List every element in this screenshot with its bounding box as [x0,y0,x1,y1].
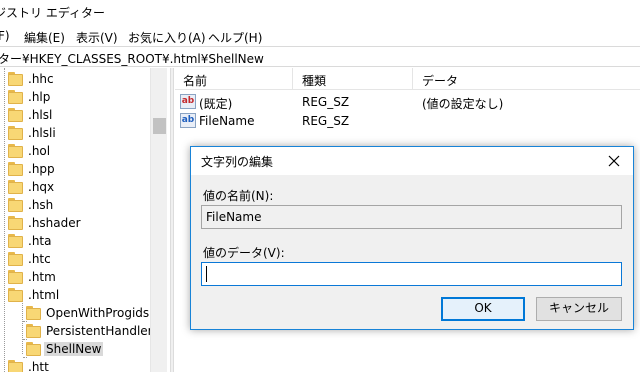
value-data: (値の設定なし) [422,97,504,111]
tree-guide-line [4,68,5,372]
value-name-label: 値の名前(N): [203,189,274,203]
menu-help[interactable]: ヘルプ(H) [208,29,262,46]
tree-connector [23,321,27,322]
menu-bar: F) 編集(E) 表示(V) お気に入り(A) ヘルプ(H) [0,26,640,46]
tree-item-label: .hsh [28,198,54,212]
value-type: REG_SZ [302,95,350,109]
tree-item-label: PersistentHandler [46,324,153,338]
key-tree: .hhc .hlp .hlsl .hlsli .hol .hpp .hqx .h… [0,68,168,372]
tree-item-label: .hol [28,144,51,158]
value-name: (既定) [199,97,233,111]
tree-connector [23,339,27,340]
folder-icon [8,252,23,266]
scrollbar-thumb[interactable] [153,118,166,134]
folder-icon [8,234,23,248]
window-title: ジストリ エディター [0,6,105,20]
address-path[interactable]: ター¥HKEY_CLASSES_ROOT¥.html¥ShellNew [0,50,264,67]
folder-icon [8,108,23,122]
title-bar: ジストリ エディター [0,0,640,24]
tree-item-label: .hlp [28,90,51,104]
folder-open-icon [8,288,23,302]
folder-icon [8,180,23,194]
tree-item-label: .hta [28,234,52,248]
tree-item-label: .hhc [28,72,54,86]
tree-item-label: .htm [28,270,56,284]
folder-icon [8,144,23,158]
ok-button[interactable]: OK [441,297,525,321]
list-row[interactable]: ab FileName REG_SZ [175,112,640,131]
tree-item-label: .htc [28,252,51,266]
tree-item-label: .hshader [28,216,81,230]
string-value-icon: ab [180,94,196,109]
folder-icon [8,360,23,372]
list-header: 名前 種類 データ [175,68,640,90]
column-header-name[interactable]: 名前 [183,72,207,89]
close-button[interactable] [601,148,627,174]
folder-icon [8,216,23,230]
address-bar[interactable]: ター¥HKEY_CLASSES_ROOT¥.html¥ShellNew [0,46,640,67]
edit-string-dialog: 文字列の編集 値の名前(N): FileName 値のデータ(V): OK キャ… [190,146,634,330]
tree-item-label: .htt [28,360,49,372]
tree-scrollbar[interactable] [150,68,167,372]
value-type: REG_SZ [302,114,350,128]
value-data-label: 値のデータ(V): [203,246,285,260]
value-data-input[interactable] [201,262,622,286]
column-header-type[interactable]: 種類 [302,72,326,89]
cancel-button[interactable]: キャンセル [536,297,622,321]
folder-icon [8,90,23,104]
close-icon [608,155,620,167]
folder-icon [8,162,23,176]
text-caret [206,266,207,282]
tree-item-label: .hlsli [28,126,56,140]
tree-item-label: ShellNew [44,342,104,356]
value-name-text: FileName [206,210,262,224]
folder-icon [26,342,41,356]
folder-icon [8,270,23,284]
column-header-data[interactable]: データ [422,72,458,89]
tree-item-label: .hpp [28,162,55,176]
folder-icon [26,324,41,338]
string-value-icon: ab [180,113,196,128]
menu-favorites[interactable]: お気に入り(A) [128,29,206,46]
folder-icon [8,126,23,140]
dialog-title: 文字列の編集 [201,155,274,169]
folder-icon [26,306,41,320]
value-name-field: FileName [201,205,622,229]
tree-item-label: OpenWithProgids [46,306,150,320]
pane-splitter[interactable] [170,68,174,372]
list-row[interactable]: ab (既定) REG_SZ (値の設定なし) [175,93,640,112]
tree-item-label: .hqx [28,180,55,194]
value-name: FileName [199,114,255,128]
dialog-title-bar[interactable]: 文字列の編集 [191,147,633,175]
tree-item-label: .hlsl [28,108,53,122]
folder-icon [8,198,23,212]
column-divider[interactable] [412,68,413,90]
column-divider[interactable] [292,68,293,90]
tree-connector [23,357,27,358]
tree-guide-line-child [22,300,23,354]
menu-edit[interactable]: 編集(E) [24,29,65,46]
tree-item-label: .html [28,288,60,302]
menu-file[interactable]: F) [0,29,10,43]
menu-view[interactable]: 表示(V) [76,29,118,46]
folder-icon [8,72,23,86]
